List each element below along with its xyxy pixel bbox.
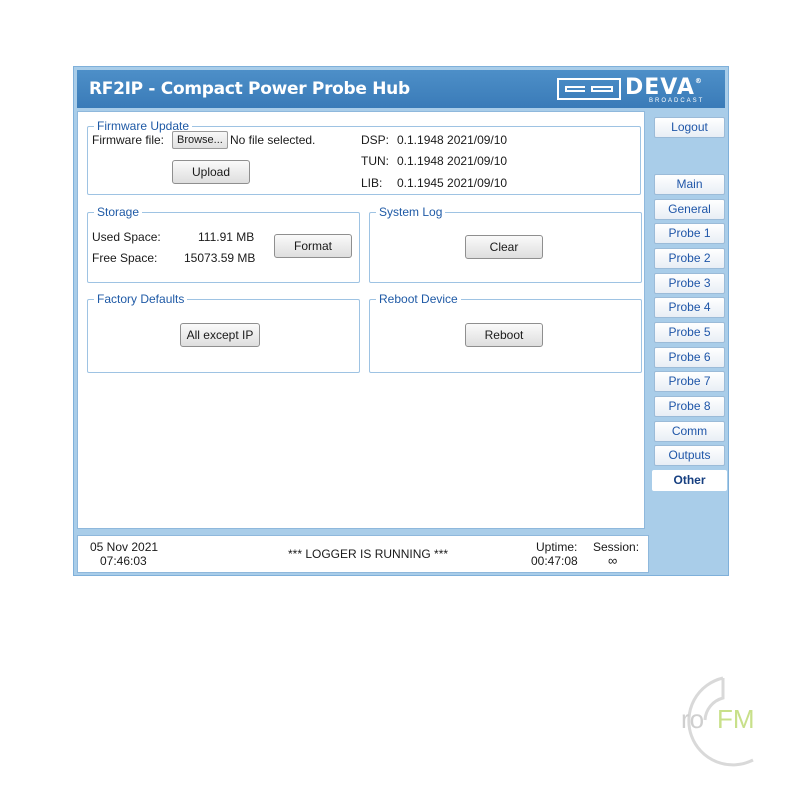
header-bar: RF2IP - Compact Power Probe Hub DEVA® BR…	[77, 70, 725, 108]
profm-logo-icon: ro FM	[681, 676, 755, 767]
sidebar-item-other[interactable]: Other	[652, 470, 727, 491]
sidebar-item-probe-2[interactable]: Probe 2	[654, 248, 725, 269]
reboot-button[interactable]: Reboot	[465, 323, 543, 347]
sidebar-item-outputs[interactable]: Outputs	[654, 445, 725, 466]
used-space-value: 111.91 MB	[198, 230, 255, 244]
main-panel: Firmware Update Firmware file: Browse...…	[77, 111, 645, 529]
used-space-label: Used Space:	[92, 230, 161, 244]
status-bar: 05 Nov 2021 07:46:03 *** LOGGER IS RUNNI…	[77, 535, 649, 573]
factory-defaults-legend: Factory Defaults	[97, 292, 185, 306]
dsp-version: 0.1.1948 2021/09/10	[397, 133, 508, 147]
sidebar-item-general[interactable]: General	[654, 199, 725, 220]
firmware-file-label: Firmware file:	[92, 133, 165, 147]
upload-button[interactable]: Upload	[172, 160, 250, 184]
browse-button[interactable]: Browse...	[172, 131, 228, 149]
page-title: RF2IP - Compact Power Probe Hub	[89, 79, 410, 99]
db-logo-mark	[557, 78, 621, 100]
sidebar-item-probe-1[interactable]: Probe 1	[654, 223, 725, 244]
tun-label: TUN:	[361, 154, 389, 168]
file-status-text: No file selected.	[230, 133, 316, 147]
session-value: ∞	[608, 553, 618, 568]
lib-version: 0.1.1945 2021/09/10	[397, 176, 508, 190]
free-space-value: 15073.59 MB	[184, 251, 256, 265]
reboot-device-legend: Reboot Device	[379, 292, 458, 306]
sidebar-item-probe-8[interactable]: Probe 8	[654, 396, 725, 417]
watermark-text-dark: ro	[681, 704, 704, 734]
format-button[interactable]: Format	[274, 234, 352, 258]
app-window: RF2IP - Compact Power Probe Hub DEVA® BR…	[73, 66, 729, 576]
status-time: 07:46:03	[100, 554, 147, 568]
sidebar-item-comm[interactable]: Comm	[654, 421, 725, 442]
sidebar-item-probe-7[interactable]: Probe 7	[654, 371, 725, 392]
sidebar-item-main[interactable]: Main	[654, 174, 725, 195]
dsp-label: DSP:	[361, 133, 390, 147]
system-log-legend: System Log	[379, 205, 443, 219]
sidebar-nav: Logout Main General Probe 1 Probe 2 Prob…	[652, 67, 728, 577]
session-label: Session:	[593, 540, 640, 554]
sidebar-item-probe-3[interactable]: Probe 3	[654, 273, 725, 294]
logger-status-message: *** LOGGER IS RUNNING ***	[288, 547, 449, 561]
factory-reset-button[interactable]: All except IP	[180, 323, 260, 347]
storage-legend: Storage	[97, 205, 140, 219]
uptime-value: 00:47:08	[531, 554, 578, 568]
tun-version: 0.1.1948 2021/09/10	[397, 154, 508, 168]
uptime-label: Uptime:	[536, 540, 578, 554]
status-date: 05 Nov 2021	[90, 540, 159, 554]
lib-label: LIB:	[361, 176, 383, 190]
logout-button[interactable]: Logout	[654, 117, 725, 138]
sidebar-item-probe-6[interactable]: Probe 6	[654, 347, 725, 368]
sidebar-item-probe-5[interactable]: Probe 5	[654, 322, 725, 343]
watermark-text-accent: FM	[717, 704, 755, 734]
sidebar-item-probe-4[interactable]: Probe 4	[654, 297, 725, 318]
profm-watermark: ro FM	[665, 670, 775, 770]
clear-log-button[interactable]: Clear	[465, 235, 543, 259]
free-space-label: Free Space:	[92, 251, 158, 265]
